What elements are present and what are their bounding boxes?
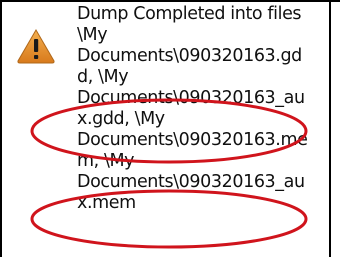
message-line: Documents\090320163_au — [77, 88, 305, 108]
message-line: \My — [77, 25, 108, 45]
message-line: Documents\090320163_au — [77, 172, 305, 192]
message-line: d, \My — [77, 67, 129, 87]
dialog-window: Dump Completed into files \My Documents\… — [0, 0, 340, 257]
message-line: m, \My — [77, 151, 135, 171]
message-line: x.gdd, \My — [77, 109, 165, 129]
message-line: x.mem — [77, 193, 136, 213]
window-border-left — [0, 0, 2, 257]
message-line: Documents\090320163.me — [77, 130, 308, 150]
warning-icon — [17, 29, 55, 64]
window-border-top — [0, 0, 340, 2]
message-line: Dump Completed into files — [77, 4, 302, 24]
dialog-message: Dump Completed into files \My Documents\… — [77, 4, 327, 214]
message-line: Documents\090320163.gd — [77, 46, 302, 66]
window-border-right — [329, 0, 331, 257]
